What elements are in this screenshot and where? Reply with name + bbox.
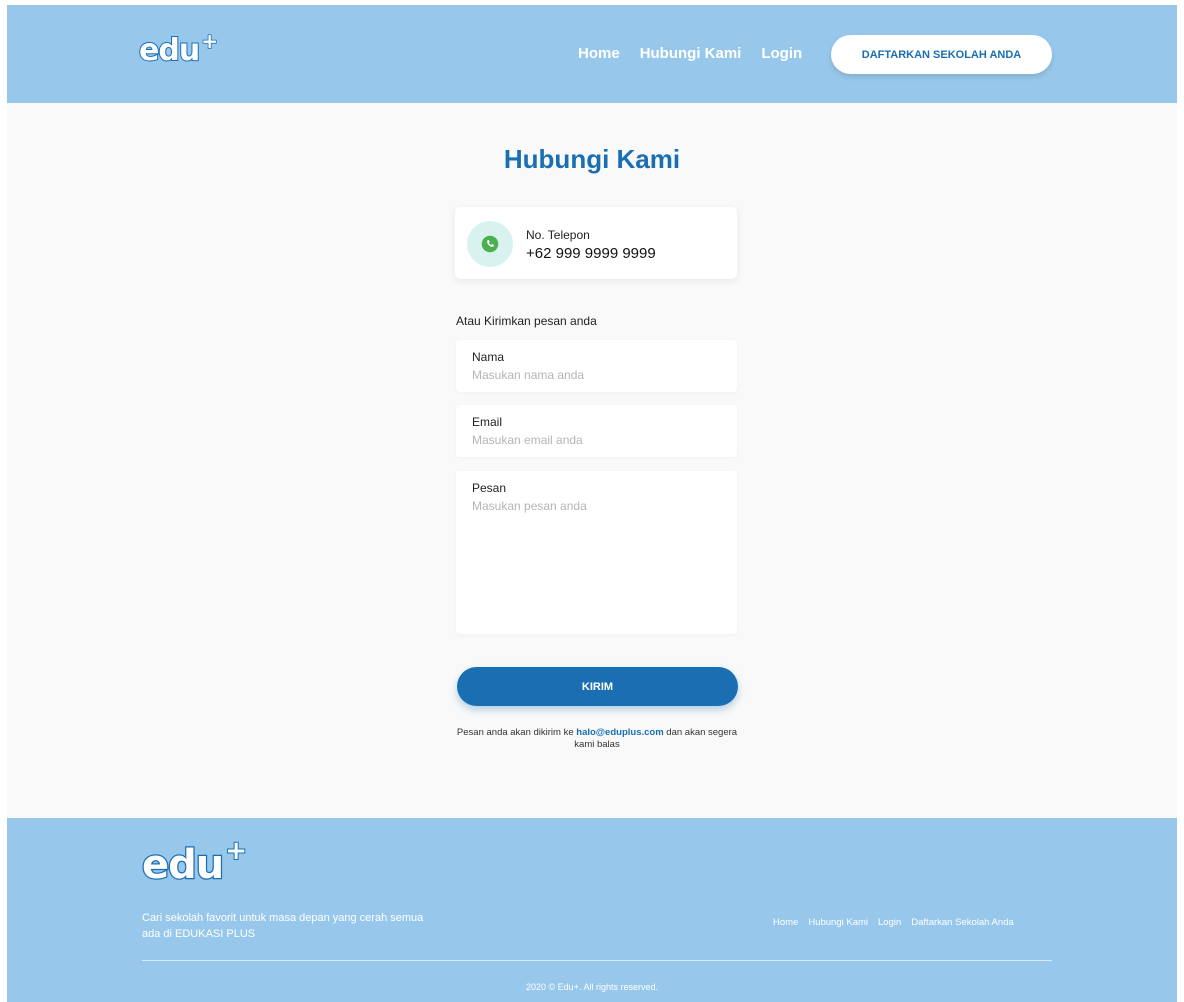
- phone-contact-card: No. Telepon +62 999 9999 9999: [455, 207, 737, 279]
- message-field: Pesan: [456, 471, 737, 634]
- register-school-button[interactable]: DAFTARKAN SEKOLAH ANDA: [831, 35, 1052, 74]
- submit-button[interactable]: KIRIM: [457, 667, 738, 706]
- contact-email-link[interactable]: halo@eduplus.com: [576, 727, 663, 738]
- name-field-label: Nama: [472, 350, 505, 364]
- page-frame: edu + Home Hubungi Kami Login DAFTARKAN …: [7, 5, 1177, 1002]
- phone-label: No. Telepon: [526, 228, 590, 242]
- email-field: Email: [456, 405, 737, 457]
- send-note: Pesan anda akan dikirim ke halo@eduplus.…: [447, 727, 747, 751]
- footer-link-hubungi-kami[interactable]: Hubungi Kami: [808, 917, 868, 928]
- message-field-label: Pesan: [472, 481, 507, 495]
- name-input[interactable]: [472, 368, 722, 382]
- nav-link-home[interactable]: Home: [578, 45, 620, 62]
- footer-divider: [142, 960, 1052, 961]
- whatsapp-icon-badge[interactable]: [467, 221, 513, 267]
- footer-logo[interactable]: edu +: [141, 835, 248, 890]
- footer-link-daftarkan-sekolah[interactable]: Daftarkan Sekolah Anda: [911, 917, 1013, 928]
- top-header: edu + Home Hubungi Kami Login DAFTARKAN …: [7, 5, 1177, 103]
- footer-link-login[interactable]: Login: [878, 917, 901, 928]
- footer-nav: Home Hubungi Kami Login Daftarkan Sekola…: [773, 917, 1014, 928]
- page-title: Hubungi Kami: [503, 144, 681, 174]
- form-heading: Atau Kirimkan pesan anda: [456, 314, 597, 328]
- footer-logo-plus-icon: +: [224, 835, 248, 867]
- email-field-label: Email: [472, 415, 503, 429]
- logo-wordmark: edu: [138, 32, 201, 69]
- logo-plus-icon: +: [200, 28, 218, 54]
- copyright-text: 2020 © Edu+. All rights reserved.: [526, 982, 658, 992]
- main-nav: Home Hubungi Kami Login: [578, 45, 802, 62]
- footer-logo-wordmark: edu: [141, 841, 226, 890]
- nav-link-hubungi-kami[interactable]: Hubungi Kami: [640, 45, 742, 62]
- whatsapp-icon: [481, 235, 499, 253]
- footer-tagline: Cari sekolah favorit untuk masa depan ya…: [142, 912, 424, 940]
- footer-link-home[interactable]: Home: [773, 917, 798, 928]
- nav-link-login[interactable]: Login: [761, 45, 802, 62]
- name-field: Nama: [456, 340, 737, 392]
- header-logo[interactable]: edu +: [138, 28, 219, 69]
- send-note-prefix: Pesan anda akan dikirim ke: [456, 727, 577, 738]
- phone-number[interactable]: +62 999 9999 9999: [526, 245, 656, 262]
- email-input[interactable]: [472, 433, 722, 447]
- site-footer: edu + Cari sekolah favorit untuk masa de…: [7, 818, 1177, 1002]
- message-textarea[interactable]: [472, 499, 722, 619]
